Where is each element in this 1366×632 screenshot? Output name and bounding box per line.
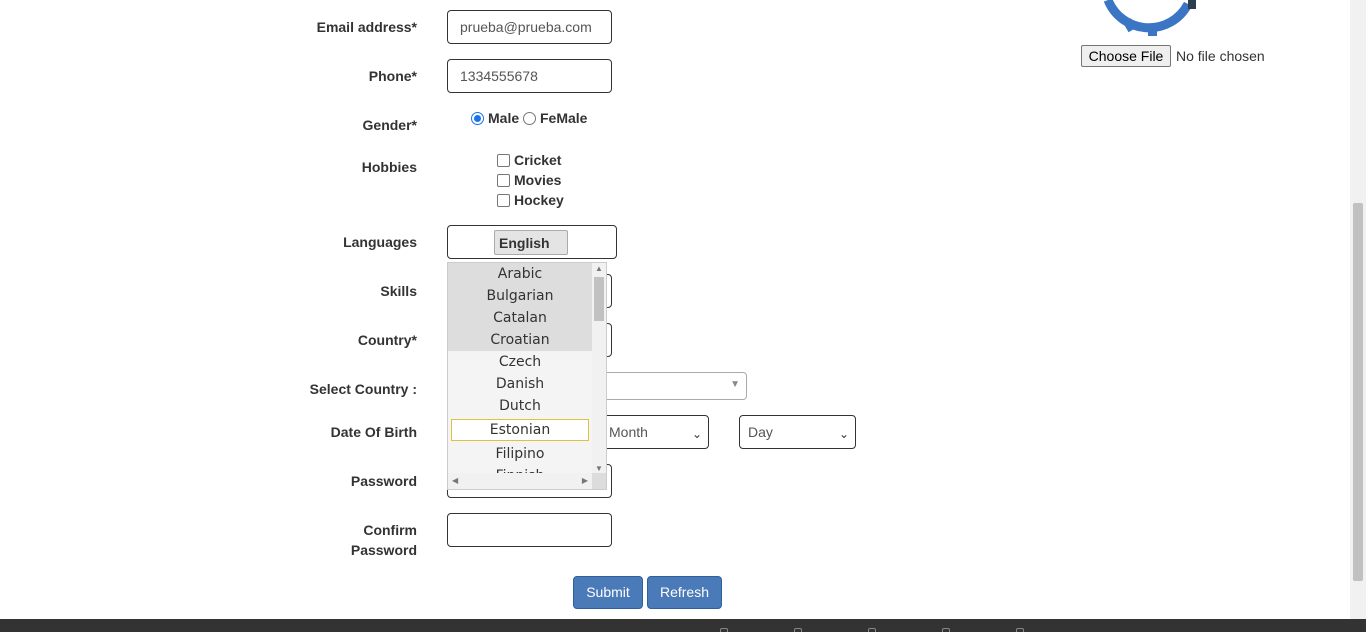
submit-button[interactable]: Submit	[573, 576, 643, 609]
languages-dropdown-list[interactable]: Arabic Bulgarian Catalan Croatian Czech …	[447, 262, 607, 490]
language-option[interactable]: Bulgarian	[448, 285, 592, 307]
skills-label: Skills	[380, 283, 417, 299]
footer-link-icon[interactable]	[794, 628, 802, 632]
day-select[interactable]: Day ⌄	[739, 415, 856, 449]
languages-multiselect[interactable]: English	[447, 225, 617, 259]
select-country-combobox[interactable]: ▼	[590, 372, 747, 400]
male-radio-label: Male	[488, 110, 520, 126]
hockey-label: Hockey	[514, 192, 564, 208]
language-option-focused[interactable]: Estonian	[451, 419, 589, 441]
footer-link-icon[interactable]	[868, 628, 876, 632]
male-radio[interactable]	[471, 111, 484, 125]
hockey-checkbox[interactable]	[497, 193, 510, 207]
dropdown-vertical-scrollbar[interactable]: ▲ ▼	[592, 263, 606, 475]
female-radio[interactable]	[523, 111, 536, 125]
confirm-password-label-line1: Confirm	[363, 522, 417, 538]
refresh-button[interactable]: Refresh	[647, 576, 722, 609]
movies-checkbox[interactable]	[497, 173, 510, 187]
dob-label: Date Of Birth	[330, 424, 417, 440]
email-field[interactable]: prueba@prueba.com	[447, 10, 612, 44]
gender-label: Gender*	[362, 117, 417, 133]
gender-male-option[interactable]: Male	[471, 108, 519, 128]
file-status-text: No file chosen	[1176, 48, 1265, 64]
confirm-password-field[interactable]	[447, 513, 612, 547]
cricket-label: Cricket	[514, 152, 562, 168]
gender-female-option[interactable]: FeMale	[523, 108, 587, 128]
hobbies-label: Hobbies	[361, 159, 417, 175]
languages-option-list: Arabic Bulgarian Catalan Croatian Czech …	[448, 263, 592, 487]
movies-label: Movies	[514, 172, 562, 188]
day-select-value: Day	[748, 424, 773, 440]
language-chip-english[interactable]: English	[494, 230, 568, 255]
email-label: Email address*	[316, 19, 417, 35]
chevron-down-icon: ▼	[730, 379, 740, 390]
registration-page: Choose File No file chosen Email address…	[0, 0, 1366, 632]
language-option[interactable]: Arabic	[448, 263, 592, 285]
month-select-value: Month	[609, 424, 648, 440]
scrollbar-corner	[592, 473, 606, 489]
language-option[interactable]: Czech	[448, 351, 592, 373]
month-select[interactable]: Month ⌄	[600, 415, 709, 449]
password-label: Password	[350, 473, 417, 489]
footer	[0, 619, 1366, 632]
page-vertical-scrollbar[interactable]	[1350, 0, 1366, 620]
chevron-down-icon: ⌄	[691, 427, 702, 441]
dropdown-scroll-thumb[interactable]	[594, 277, 604, 321]
scroll-left-arrow-icon[interactable]: ◀	[452, 476, 458, 486]
select-country-label: Select Country :	[309, 381, 417, 397]
gear-logo-icon	[1103, 0, 1196, 36]
hobby-hockey-option[interactable]: Hockey	[497, 190, 564, 210]
scroll-right-arrow-icon[interactable]: ▶	[582, 476, 588, 486]
confirm-password-label-line2: Password	[350, 542, 417, 558]
language-option[interactable]: Dutch	[448, 395, 592, 417]
scroll-up-arrow-icon[interactable]: ▲	[595, 264, 603, 274]
dropdown-horizontal-scrollbar[interactable]: ◀ ▶	[448, 473, 592, 489]
hobby-cricket-option[interactable]: Cricket	[497, 150, 561, 170]
footer-link-icon[interactable]	[1016, 628, 1024, 632]
chevron-down-icon: ⌄	[838, 427, 849, 441]
footer-link-icon[interactable]	[720, 628, 728, 632]
cricket-checkbox[interactable]	[497, 153, 510, 167]
choose-file-button[interactable]: Choose File	[1081, 45, 1171, 67]
page-scroll-thumb[interactable]	[1353, 203, 1363, 581]
female-radio-label: FeMale	[540, 110, 588, 126]
country-label: Country*	[357, 332, 417, 348]
footer-link-icon[interactable]	[942, 628, 950, 632]
language-option[interactable]: Catalan	[448, 307, 592, 329]
hobby-movies-option[interactable]: Movies	[497, 170, 561, 190]
language-option[interactable]: Croatian	[448, 329, 592, 351]
language-option[interactable]: Danish	[448, 373, 592, 395]
languages-label: Languages	[343, 234, 417, 250]
phone-field[interactable]: 1334555678	[447, 59, 612, 93]
phone-label: Phone*	[368, 68, 417, 84]
language-option[interactable]: Filipino	[448, 443, 592, 465]
